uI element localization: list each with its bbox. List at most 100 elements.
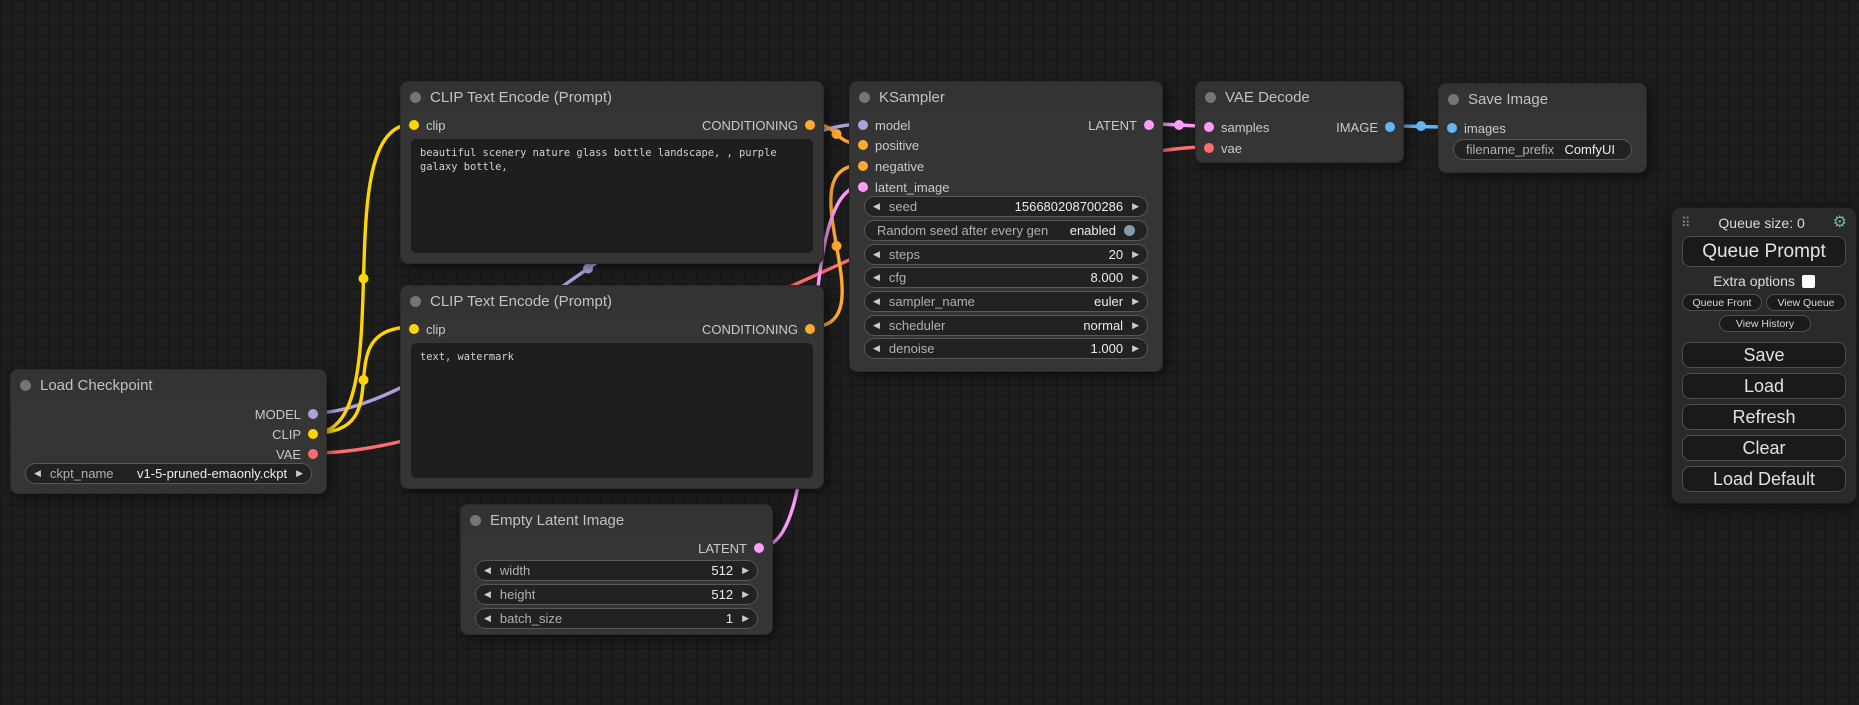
output-slot-latent[interactable]: LATENT: [1088, 115, 1154, 135]
widget-width[interactable]: ◀ width 512 ▶: [475, 560, 758, 581]
widget-filename-prefix[interactable]: filename_prefix ComfyUI: [1453, 139, 1632, 160]
node-header[interactable]: CLIP Text Encode (Prompt): [401, 82, 823, 112]
widget-batch-size[interactable]: ◀ batch_size 1 ▶: [475, 608, 758, 629]
input-slot-images[interactable]: images: [1447, 118, 1506, 138]
input-slot-vae[interactable]: vae: [1204, 138, 1242, 158]
widget-seed[interactable]: ◀ seed 156680208700286 ▶: [864, 196, 1148, 217]
node-clip-text-encode-negative[interactable]: CLIP Text Encode (Prompt) clip CONDITION…: [400, 285, 824, 489]
input-slot-clip[interactable]: clip: [409, 319, 446, 339]
queue-menu-panel[interactable]: ⠿ Queue size: 0 ⚙ Queue Prompt Extra opt…: [1671, 207, 1857, 504]
input-slot-samples[interactable]: samples: [1204, 117, 1269, 137]
gear-icon[interactable]: ⚙: [1833, 215, 1847, 231]
node-clip-text-encode-positive[interactable]: CLIP Text Encode (Prompt) clip CONDITION…: [400, 81, 824, 264]
node-ksampler[interactable]: KSampler model positive negative latent_…: [849, 81, 1163, 372]
output-slot-model[interactable]: MODEL: [255, 404, 318, 424]
input-slot-model[interactable]: model: [858, 115, 910, 135]
input-dot-clip[interactable]: [409, 324, 419, 334]
input-dot-vae[interactable]: [1204, 143, 1214, 153]
input-slot-clip[interactable]: clip: [409, 115, 446, 135]
queue-front-button[interactable]: Queue Front: [1682, 294, 1762, 311]
output-slot-conditioning[interactable]: CONDITIONING: [702, 319, 815, 339]
drag-handle-icon[interactable]: ⠿: [1681, 215, 1691, 231]
decrement-arrow-icon[interactable]: ◀: [873, 250, 880, 259]
increment-arrow-icon[interactable]: ▶: [296, 469, 303, 478]
increment-arrow-icon[interactable]: ▶: [1132, 273, 1139, 282]
decrement-arrow-icon[interactable]: ◀: [484, 590, 491, 599]
view-history-button[interactable]: View History: [1719, 315, 1811, 332]
widget-height[interactable]: ◀ height 512 ▶: [475, 584, 758, 605]
output-slot-vae[interactable]: VAE: [276, 444, 318, 464]
widget-cfg[interactable]: ◀ cfg 8.000 ▶: [864, 267, 1148, 288]
collapse-dot-icon[interactable]: [1448, 94, 1459, 105]
input-dot-negative[interactable]: [858, 161, 868, 171]
increment-arrow-icon[interactable]: ▶: [1132, 297, 1139, 306]
decrement-arrow-icon[interactable]: ◀: [484, 566, 491, 575]
queue-prompt-button[interactable]: Queue Prompt: [1682, 236, 1846, 267]
output-dot-vae[interactable]: [308, 449, 318, 459]
output-dot-clip[interactable]: [308, 429, 318, 439]
input-dot-clip[interactable]: [409, 120, 419, 130]
input-dot-samples[interactable]: [1204, 122, 1214, 132]
toggle-indicator-icon[interactable]: [1124, 225, 1135, 236]
load-button[interactable]: Load: [1682, 373, 1846, 399]
widget-random-seed-toggle[interactable]: Random seed after every gen enabled: [864, 220, 1148, 241]
collapse-dot-icon[interactable]: [1205, 92, 1216, 103]
input-dot-images[interactable]: [1447, 123, 1457, 133]
collapse-dot-icon[interactable]: [20, 380, 31, 391]
prompt-textarea[interactable]: text, watermark: [411, 343, 813, 478]
decrement-arrow-icon[interactable]: ◀: [873, 202, 880, 211]
output-slot-latent[interactable]: LATENT: [698, 538, 764, 558]
view-queue-button[interactable]: View Queue: [1766, 294, 1846, 311]
widget-scheduler[interactable]: ◀ scheduler normal ▶: [864, 315, 1148, 336]
increment-arrow-icon[interactable]: ▶: [742, 566, 749, 575]
node-empty-latent-image[interactable]: Empty Latent Image LATENT ◀ width 512 ▶ …: [460, 504, 773, 635]
increment-arrow-icon[interactable]: ▶: [742, 590, 749, 599]
load-default-button[interactable]: Load Default: [1682, 466, 1846, 492]
node-load-checkpoint[interactable]: Load Checkpoint MODEL CLIP VAE ◀ ckpt_na…: [10, 369, 327, 494]
node-header[interactable]: CLIP Text Encode (Prompt): [401, 286, 823, 316]
decrement-arrow-icon[interactable]: ◀: [34, 469, 41, 478]
decrement-arrow-icon[interactable]: ◀: [484, 614, 491, 623]
output-slot-conditioning[interactable]: CONDITIONING: [702, 115, 815, 135]
widget-steps[interactable]: ◀ steps 20 ▶: [864, 244, 1148, 265]
increment-arrow-icon[interactable]: ▶: [742, 614, 749, 623]
output-dot-model[interactable]: [308, 409, 318, 419]
output-dot-latent[interactable]: [1144, 120, 1154, 130]
input-dot-positive[interactable]: [858, 140, 868, 150]
input-dot-model[interactable]: [858, 120, 868, 130]
increment-arrow-icon[interactable]: ▶: [1132, 250, 1139, 259]
collapse-dot-icon[interactable]: [410, 296, 421, 307]
collapse-dot-icon[interactable]: [410, 92, 421, 103]
output-dot-conditioning[interactable]: [805, 324, 815, 334]
decrement-arrow-icon[interactable]: ◀: [873, 321, 880, 330]
node-header[interactable]: Empty Latent Image: [461, 505, 772, 535]
output-slot-image[interactable]: IMAGE: [1336, 117, 1395, 137]
output-dot-conditioning[interactable]: [805, 120, 815, 130]
node-header[interactable]: Save Image: [1439, 84, 1646, 114]
widget-sampler-name[interactable]: ◀ sampler_name euler ▶: [864, 291, 1148, 312]
output-slot-clip[interactable]: CLIP: [272, 424, 318, 444]
decrement-arrow-icon[interactable]: ◀: [873, 273, 880, 282]
decrement-arrow-icon[interactable]: ◀: [873, 297, 880, 306]
decrement-arrow-icon[interactable]: ◀: [873, 344, 880, 353]
output-dot-latent[interactable]: [754, 543, 764, 553]
save-button[interactable]: Save: [1682, 342, 1846, 368]
input-slot-latent-image[interactable]: latent_image: [858, 177, 949, 197]
input-slot-positive[interactable]: positive: [858, 135, 919, 155]
prompt-textarea[interactable]: beautiful scenery nature glass bottle la…: [411, 139, 813, 253]
increment-arrow-icon[interactable]: ▶: [1132, 202, 1139, 211]
clear-button[interactable]: Clear: [1682, 435, 1846, 461]
increment-arrow-icon[interactable]: ▶: [1132, 321, 1139, 330]
node-header[interactable]: Load Checkpoint: [11, 370, 326, 400]
node-save-image[interactable]: Save Image images filename_prefix ComfyU…: [1438, 83, 1647, 173]
input-dot-latent-image[interactable]: [858, 182, 868, 192]
extra-options-checkbox[interactable]: [1802, 275, 1815, 288]
output-dot-image[interactable]: [1385, 122, 1395, 132]
node-vae-decode[interactable]: VAE Decode samples vae IMAGE: [1195, 81, 1404, 163]
collapse-dot-icon[interactable]: [859, 92, 870, 103]
widget-denoise[interactable]: ◀ denoise 1.000 ▶: [864, 338, 1148, 359]
collapse-dot-icon[interactable]: [470, 515, 481, 526]
node-header[interactable]: VAE Decode: [1196, 82, 1403, 112]
refresh-button[interactable]: Refresh: [1682, 404, 1846, 430]
node-header[interactable]: KSampler: [850, 82, 1162, 112]
